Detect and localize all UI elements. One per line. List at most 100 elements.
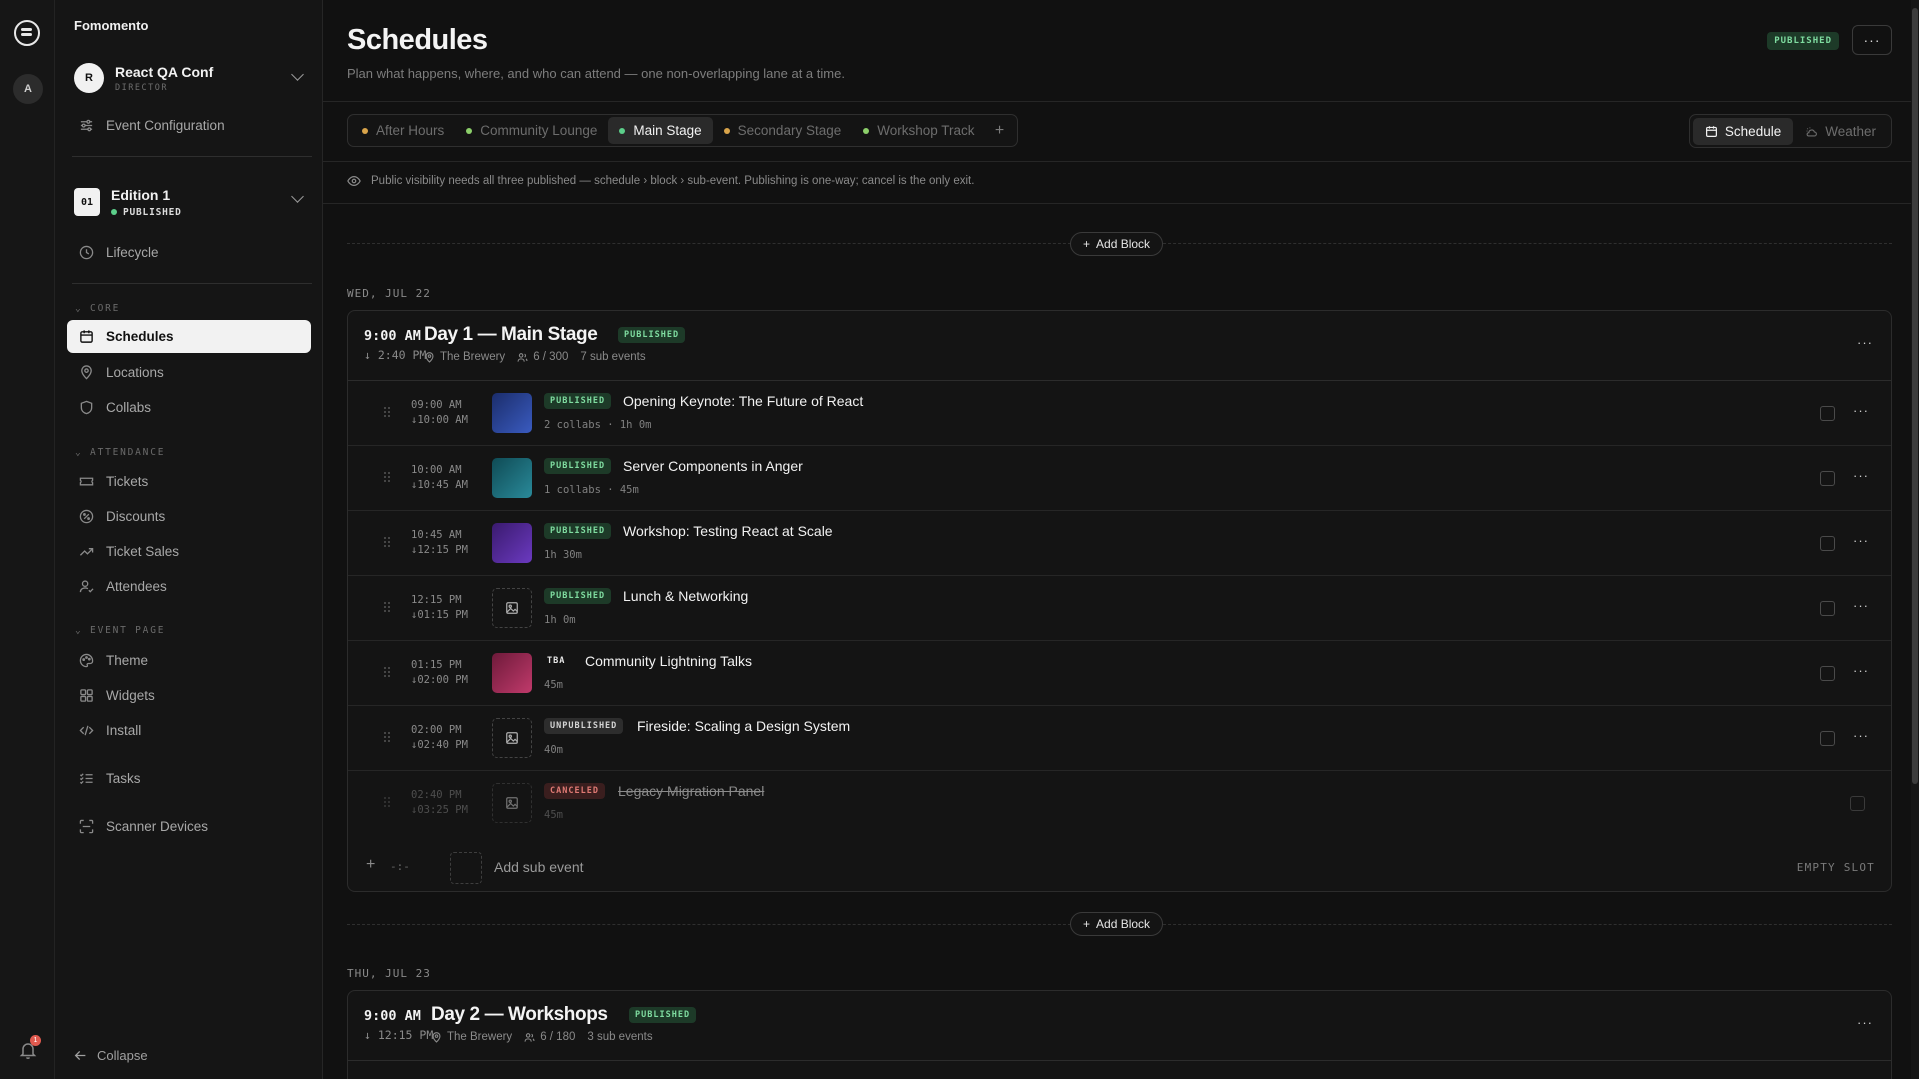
schedule-block: 9:00 AM ↓ 2:40 PM Day 1 — Main Stage PUB… — [347, 310, 1892, 892]
row-more-button[interactable]: ··· — [1853, 663, 1869, 678]
select-checkbox[interactable] — [1820, 666, 1835, 681]
block-start-time: 9:00 AM — [364, 1008, 421, 1024]
sidebar-item-ticket-sales[interactable]: Ticket Sales — [67, 535, 311, 568]
sidebar-item-install[interactable]: Install — [67, 714, 311, 747]
view-schedule-button[interactable]: Schedule — [1692, 117, 1794, 145]
view-weather-button[interactable]: Weather — [1793, 118, 1888, 145]
visibility-notice-text: Public visibility needs all three publis… — [371, 175, 975, 187]
sub-event-row[interactable]: 02:40 PM ↓03:25 PM CANCELED Legacy Migra… — [348, 771, 1891, 836]
view-switch: Schedule Weather — [1688, 114, 1892, 148]
sub-event-start: 01:15 PM — [411, 659, 462, 671]
sub-event-title: Workshop: Testing React at Scale — [623, 523, 833, 539]
sub-event-row[interactable]: 09:00 AM ↓10:00 AM PUBLISHED Opening Key… — [348, 381, 1891, 446]
sidebar-item-tickets[interactable]: Tickets — [67, 465, 311, 498]
select-checkbox[interactable] — [1820, 471, 1835, 486]
sub-event-row[interactable]: 12:15 PM ↓01:15 PM PUBLISHED Lunch & Net… — [348, 576, 1891, 641]
select-checkbox[interactable] — [1820, 601, 1835, 616]
sub-event-row[interactable]: 02:00 PM ↓02:40 PM UNPUBLISHED Fireside:… — [348, 706, 1891, 771]
tab-label: Main Stage — [633, 123, 702, 138]
sub-event-row[interactable]: 01:15 PM ↓02:00 PM TBA Community Lightni… — [348, 641, 1891, 706]
sidebar-item-tasks[interactable]: Tasks — [67, 762, 311, 795]
row-more-button[interactable]: ··· — [1853, 728, 1869, 743]
drag-handle-icon[interactable] — [384, 472, 390, 484]
tab-color-dot-icon — [362, 127, 368, 134]
tab-color-dot-icon — [863, 127, 870, 134]
sidebar-item-locations[interactable]: Locations — [67, 356, 311, 389]
sidebar-item-label: Locations — [106, 365, 164, 380]
block-header[interactable]: 9:00 AM ↓ 12:15 PM Day 2 — Workshops PUB… — [348, 991, 1891, 1061]
sub-event-row[interactable]: 10:00 AM ↓10:45 AM PUBLISHED Server Comp… — [348, 446, 1891, 511]
sub-event-row[interactable]: 10:45 AM ↓12:15 PM PUBLISHED Workshop: T… — [348, 511, 1891, 576]
org-switcher[interactable]: R React QA Conf DIRECTOR — [74, 58, 306, 98]
tabs-divider — [323, 161, 1919, 162]
user-avatar[interactable]: A — [13, 74, 43, 104]
row-more-button[interactable]: ··· — [1853, 598, 1869, 613]
drag-handle-icon[interactable] — [384, 732, 390, 744]
drag-handle-icon[interactable] — [384, 602, 390, 614]
sub-event-title: Server Components in Anger — [623, 458, 803, 474]
tab-workshop-track[interactable]: Workshop Track — [852, 117, 985, 144]
select-checkbox[interactable] — [1820, 406, 1835, 421]
edition-name: Edition 1 — [111, 186, 171, 203]
sidebar-item-lifecycle[interactable]: Lifecycle — [67, 236, 311, 269]
edition-status: PUBLISHED — [111, 207, 182, 218]
row-more-button[interactable]: ··· — [1853, 468, 1869, 483]
sidebar-item-collabs[interactable]: Collabs — [67, 391, 311, 424]
sidebar-item-event-configuration[interactable]: Event Configuration — [67, 109, 311, 142]
sidebar-item-label: Collabs — [106, 400, 152, 415]
sidebar-item-widgets[interactable]: Widgets — [67, 679, 311, 712]
sub-event-title: Lunch & Networking — [623, 588, 749, 604]
collapse-label: Collapse — [97, 1048, 148, 1063]
add-tab-button[interactable]: + — [986, 117, 1014, 144]
sidebar-item-scanner-devices[interactable]: Scanner Devices — [67, 810, 311, 843]
sub-event-status-badge: PUBLISHED — [544, 393, 612, 409]
map-pin-icon — [432, 1031, 441, 1043]
sidebar-item-label: Attendees — [106, 579, 167, 594]
tab-main-stage[interactable]: Main Stage — [608, 117, 713, 144]
select-checkbox[interactable] — [1820, 536, 1835, 551]
sidebar-item-schedules[interactable]: Schedules — [67, 320, 311, 353]
select-checkbox[interactable] — [1820, 731, 1835, 746]
sub-event-status-badge: UNPUBLISHED — [544, 718, 624, 734]
row-more-button[interactable]: ··· — [1853, 403, 1869, 418]
block-start-time: 9:00 AM — [364, 328, 421, 344]
scrollbar-thumb[interactable] — [1912, 8, 1918, 784]
page-more-button[interactable]: ··· — [1852, 25, 1892, 55]
block-more-button[interactable]: ··· — [1857, 335, 1873, 350]
sub-event-title: Community Lightning Talks — [585, 653, 753, 669]
sidebar-item-attendees[interactable]: Attendees — [67, 570, 311, 603]
chevron-down-icon — [291, 190, 304, 203]
select-checkbox[interactable] — [1850, 796, 1865, 811]
sliders-icon — [78, 118, 94, 134]
sidebar-item-label: Tasks — [106, 771, 141, 786]
drag-handle-icon[interactable] — [384, 667, 390, 679]
block-sub-count: 3 sub events — [587, 1031, 653, 1043]
sidebar-item-discounts[interactable]: Discounts — [67, 500, 311, 533]
block-header[interactable]: 9:00 AM ↓ 2:40 PM Day 1 — Main Stage PUB… — [348, 311, 1891, 381]
sub-event-end: ↓10:00 AM — [411, 414, 468, 426]
drag-handle-icon[interactable] — [384, 407, 390, 419]
app-logo-icon[interactable] — [14, 20, 40, 46]
add-sub-event-label: Add sub event — [494, 859, 584, 875]
collapse-button[interactable]: Collapse — [74, 1048, 148, 1063]
row-more-button[interactable]: ··· — [1853, 533, 1869, 548]
plus-icon: + — [1083, 917, 1091, 931]
org-avatar: R — [74, 63, 104, 93]
drag-handle-icon[interactable] — [384, 537, 390, 549]
block-end-time: ↓ 2:40 PM — [364, 348, 427, 362]
scrollbar[interactable] — [1911, 0, 1919, 1079]
tab-secondary-stage[interactable]: Secondary Stage — [713, 117, 853, 144]
add-block-button[interactable]: + Add Block — [1070, 912, 1164, 936]
tab-community-lounge[interactable]: Community Lounge — [455, 117, 608, 144]
add-block-button[interactable]: + Add Block — [1070, 232, 1164, 256]
block-more-button[interactable]: ··· — [1857, 1015, 1873, 1030]
sidebar-item-theme[interactable]: Theme — [67, 644, 311, 677]
user-check-icon — [78, 579, 94, 595]
app-rail: A 1 — [0, 0, 55, 1079]
add-sub-event-row[interactable]: + -:- Add sub event EMPTY SLOT — [348, 836, 1891, 898]
tab-after-hours[interactable]: After Hours — [351, 117, 455, 144]
block-location: The Brewery — [431, 1031, 512, 1043]
add-sub-event-time: -:- — [390, 860, 410, 873]
sub-event-start: 09:00 AM — [411, 399, 462, 411]
edition-switcher[interactable]: 01 Edition 1 PUBLISHED — [74, 180, 306, 224]
